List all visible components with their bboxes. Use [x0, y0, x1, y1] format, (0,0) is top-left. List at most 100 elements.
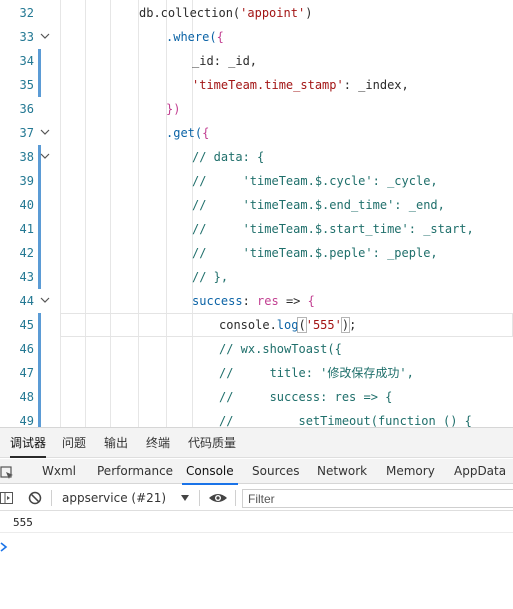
code-token: { [202, 126, 210, 140]
line-number: 37 [19, 126, 34, 140]
code-token: ) [305, 6, 313, 20]
code-line[interactable]: 38 // data: { [0, 145, 513, 169]
code-token: : _id, [213, 54, 258, 68]
console-log-message: 555 [0, 512, 513, 533]
line-number: 41 [19, 222, 34, 236]
tab-network[interactable]: Network [317, 459, 367, 484]
code-token: .get( [166, 126, 203, 140]
modified-line-marker [38, 265, 41, 289]
code-line[interactable]: 49 // setTimeout(function () { [0, 409, 513, 427]
code-text[interactable]: // }, [192, 265, 228, 289]
code-text[interactable]: success: res => { [192, 289, 315, 313]
tab-problems[interactable]: 问题 [62, 428, 86, 458]
fold-chevron-icon[interactable] [40, 127, 50, 137]
code-token: 'timeTeam.time_stamp' [192, 78, 344, 92]
devtools-panel: 调试器 问题 输出 终端 代码质量 Wxml Performance Conso… [0, 427, 513, 609]
code-token: db.collection( [139, 6, 241, 20]
filter-input[interactable] [242, 489, 513, 508]
code-token: => [278, 294, 308, 308]
tab-console[interactable]: Console [182, 459, 238, 485]
tab-output[interactable]: 输出 [104, 428, 128, 458]
code-text[interactable]: // wx.showToast({ [219, 337, 342, 361]
chevron-down-icon[interactable] [181, 495, 189, 501]
code-text[interactable]: db.collection('appoint') [139, 1, 312, 25]
code-token: // 'timeTeam.$.cycle': _cycle, [192, 174, 438, 188]
fold-chevron-icon[interactable] [40, 295, 50, 305]
code-text[interactable]: // data: { [192, 145, 264, 169]
code-text[interactable]: // 'timeTeam.$.cycle': _cycle, [192, 169, 438, 193]
code-token: console. [219, 318, 277, 332]
line-number: 42 [19, 246, 34, 260]
tab-memory[interactable]: Memory [386, 459, 435, 484]
context-select[interactable]: appservice (#21) [62, 485, 194, 511]
line-number: 36 [19, 102, 34, 116]
code-line[interactable]: 47 // title: '修改保存成功', [0, 361, 513, 385]
code-token: // setTimeout(function () { [219, 414, 472, 427]
line-number: 38 [19, 150, 34, 164]
code-line[interactable]: 46 // wx.showToast({ [0, 337, 513, 361]
code-line[interactable]: 39 // 'timeTeam.$.cycle': _cycle, [0, 169, 513, 193]
code-line[interactable]: 35 'timeTeam.time_stamp': _index, [0, 73, 513, 97]
modified-line-marker [38, 337, 41, 361]
code-token: ) [340, 317, 351, 333]
code-text[interactable]: // 'timeTeam.$.end_time': _end, [192, 193, 445, 217]
modified-line-marker [38, 217, 41, 241]
code-text[interactable]: // 'timeTeam.$.peple': _peple, [192, 241, 438, 265]
line-number: 45 [19, 318, 34, 332]
fold-chevron-icon[interactable] [40, 151, 50, 161]
code-line[interactable]: 32 db.collection('appoint') [0, 1, 513, 25]
code-token: { [216, 30, 224, 44]
toolbar-divider [235, 490, 236, 506]
console-prompt-icon[interactable] [0, 538, 10, 552]
code-line[interactable]: 44 success: res => { [0, 289, 513, 313]
code-line[interactable]: 43 // }, [0, 265, 513, 289]
code-line[interactable]: 41 // 'timeTeam.$.start_time': _start, [0, 217, 513, 241]
code-text[interactable]: // success: res => { [219, 385, 392, 409]
inspect-element-icon[interactable] [0, 465, 14, 479]
code-text[interactable]: 'timeTeam.time_stamp': _index, [192, 73, 409, 97]
code-line[interactable]: 42 // 'timeTeam.$.peple': _peple, [0, 241, 513, 265]
code-token: // 'timeTeam.$.end_time': _end, [192, 198, 445, 212]
code-line[interactable]: 37 .get({ [0, 121, 513, 145]
code-line[interactable]: 34 _id: _id, [0, 49, 513, 73]
clear-console-icon[interactable] [27, 490, 43, 506]
code-line[interactable]: 40 // 'timeTeam.$.end_time': _end, [0, 193, 513, 217]
code-text[interactable]: console.log('555'); [219, 313, 356, 337]
eye-icon[interactable] [208, 490, 228, 506]
code-editor[interactable]: 32 db.collection('appoint') 33 .where({34 _i… [0, 0, 513, 427]
code-text[interactable]: .get({ [166, 121, 209, 145]
code-token: '555' [305, 318, 342, 332]
line-number: 32 [19, 6, 34, 20]
panel-tab-bar: Wxml Performance Console Sources Network… [0, 459, 513, 485]
tab-performance[interactable]: Performance [97, 459, 173, 484]
modified-line-marker [38, 169, 41, 193]
code-line[interactable]: 45 console.log('555'); [0, 313, 513, 337]
tab-sources[interactable]: Sources [252, 459, 299, 484]
code-line[interactable]: 48 // success: res => { [0, 385, 513, 409]
code-text[interactable]: // title: '修改保存成功', [219, 361, 414, 385]
code-text[interactable]: _id: _id, [192, 49, 257, 73]
code-token: : _index, [343, 78, 409, 92]
tab-terminal[interactable]: 终端 [146, 428, 170, 458]
code-text[interactable]: // 'timeTeam.$.start_time': _start, [192, 217, 474, 241]
fold-chevron-icon[interactable] [40, 31, 50, 41]
code-text[interactable]: }) [166, 97, 180, 121]
modified-line-marker [38, 193, 41, 217]
code-token: // success: res => { [219, 390, 393, 404]
code-line[interactable]: 33 .where({ [0, 25, 513, 49]
code-token: // title: '修改保存成功', [219, 366, 414, 380]
tab-appdata[interactable]: AppData [454, 459, 506, 484]
sidebar-toggle-icon[interactable] [0, 490, 16, 506]
code-text[interactable]: // setTimeout(function () { [219, 409, 472, 427]
code-token: // data: { [192, 150, 265, 164]
line-number: 48 [19, 390, 34, 404]
code-token: // 'timeTeam.$.peple': _peple, [192, 246, 438, 260]
line-number: 49 [19, 414, 34, 427]
code-text[interactable]: .where({ [166, 25, 224, 49]
tab-wxml[interactable]: Wxml [42, 459, 76, 484]
code-token: 'appoint' [240, 6, 306, 20]
modified-line-marker [38, 361, 41, 385]
code-line[interactable]: 36}) [0, 97, 513, 121]
tab-debugger[interactable]: 调试器 [10, 428, 47, 458]
tab-code-quality[interactable]: 代码质量 [188, 428, 236, 458]
